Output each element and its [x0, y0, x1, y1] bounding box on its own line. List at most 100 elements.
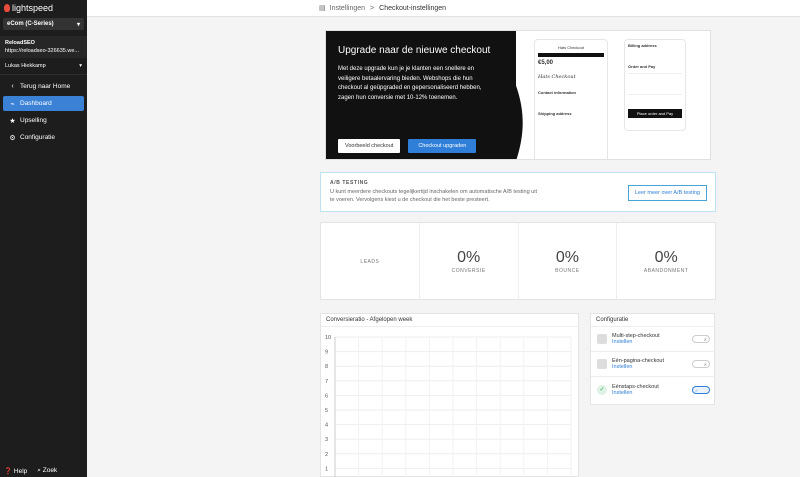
search-button[interactable]: ⌕ Zoek — [37, 467, 57, 475]
logo[interactable]: lightspeed — [0, 0, 87, 16]
phone-order-pay: Order and Pay — [628, 64, 656, 69]
checkout-type-icon — [597, 359, 607, 369]
chart-y-tick-label: 8 — [325, 364, 328, 370]
help-icon: ❓ — [4, 467, 13, 475]
check-circle-icon: ✓ — [597, 384, 607, 395]
banner-buttons: Voorbeeld checkout Checkout upgraden — [338, 139, 477, 153]
breadcrumb-separator: > — [370, 4, 375, 12]
phone-place-order: Place order and Pay — [628, 109, 682, 118]
breadcrumb: ▤ Instellingen > Checkout-instellingen — [87, 0, 800, 17]
stat-label: CONVERSIE — [451, 267, 486, 274]
logo-text: lightspeed — [12, 3, 54, 13]
example-checkout-button[interactable]: Voorbeeld checkout — [338, 139, 401, 153]
sidebar: lightspeed eCom (C-Series) ▾ ReloadSEO h… — [0, 0, 87, 477]
banner-text: Met deze upgrade kun je je klanten een s… — [338, 66, 482, 101]
ab-text: U kunt meerdere checkouts tegelijkertijd… — [330, 189, 537, 203]
config-toggle[interactable]: ✕ — [692, 335, 710, 343]
stat-value: 0% — [457, 248, 481, 266]
stats-panel: LEADS 0% CONVERSIE 0% BOUNCE 0% ABANDONM… — [320, 222, 716, 300]
sidebar-nav: ‹ Terug naar Home ⌁ Dashboard ★ Upsellin… — [0, 79, 87, 145]
upgrade-checkout-button[interactable]: Checkout upgraden — [408, 139, 477, 153]
stat-conversie: 0% CONVERSIE — [420, 223, 519, 299]
config-setup-link[interactable]: Instellen — [612, 390, 659, 396]
phone-contact: Contact information — [538, 90, 576, 95]
config-name: Eénstaps-checkout — [612, 383, 659, 390]
stat-label: BOUNCE — [555, 267, 580, 274]
config-row-multi-step: Multi-step-checkout Instellen ✕ — [591, 327, 714, 352]
phone-payment-methods — [628, 73, 682, 95]
shop-url: https://reloadseo-326635.we... — [5, 48, 79, 54]
sidebar-item-back-home[interactable]: ‹ Terug naar Home — [3, 79, 84, 94]
sidebar-item-label: Terug naar Home — [20, 83, 71, 90]
chart-title: Conversieratio - Afgelopen week — [321, 314, 578, 327]
phone-price: €5,00 — [538, 60, 554, 66]
sidebar-item-dashboard[interactable]: ⌁ Dashboard — [3, 96, 84, 111]
caret-down-icon: ▾ — [79, 63, 82, 69]
sidebar-item-configuratie[interactable]: ⚙ Configuratie — [3, 130, 84, 145]
phone-shipping: Shipping address — [538, 111, 572, 116]
sidebar-footer: ❓ Help ⌕ Zoek — [0, 464, 87, 477]
phone-billing: Billing address — [628, 43, 657, 48]
shop-name: ReloadSEO — [5, 40, 35, 46]
search-icon: ⌕ — [37, 466, 41, 474]
banner-title: Upgrade naar de nieuwe checkout — [338, 45, 491, 56]
phone-bar — [538, 53, 604, 57]
sidebar-item-label: Dashboard — [20, 100, 52, 107]
conversion-chart-card: Conversieratio - Afgelopen week 10 9 8 7 6 5 4… — [320, 313, 579, 477]
chart-y-tick-label: 4 — [325, 423, 328, 429]
chart-y-tick-label: 7 — [325, 379, 328, 385]
shop-block[interactable]: ReloadSEO https://reloadseo-326635.we... — [0, 36, 87, 58]
stat-abandonment: 0% ABANDONMENT — [617, 223, 715, 299]
chart-y-tick-label: 1 — [325, 466, 328, 472]
conversion-chart: 10 9 8 7 6 5 4 3 2 1 — [325, 335, 572, 477]
sidebar-item-upselling[interactable]: ★ Upselling — [3, 113, 84, 128]
chevron-left-icon: ‹ — [11, 83, 14, 90]
help-button[interactable]: ❓ Help — [4, 467, 27, 475]
configuration-card: Configuratie Multi-step-checkout Instell… — [590, 313, 715, 405]
phone-signature: Hats Checkout — [538, 74, 576, 80]
config-toggle[interactable]: ✕ — [692, 360, 710, 368]
phone-header: Hats Checkout — [557, 45, 585, 50]
store-select[interactable]: eCom (C-Series) ▾ — [3, 18, 84, 30]
stat-leads: LEADS — [321, 223, 420, 299]
search-label: Zoek — [42, 466, 58, 474]
breadcrumb-current: Checkout-instellingen — [379, 4, 447, 12]
sidebar-item-label: Configuratie — [20, 134, 56, 141]
stat-label: LEADS — [360, 258, 380, 265]
gear-icon: ⚙ — [9, 134, 16, 142]
user-menu[interactable]: Lukas Hiekkamp ▾ — [0, 58, 87, 75]
chart-y-tick-label: 10 — [325, 335, 331, 341]
chart-y-tick-label: 6 — [325, 393, 328, 399]
chart-y-tick-label: 3 — [325, 437, 328, 443]
stat-value: 0% — [654, 248, 678, 266]
config-setup-link[interactable]: Instellen — [612, 364, 664, 370]
config-setup-link[interactable]: Instellen — [612, 339, 660, 345]
ab-testing-notice: A/B TESTING U kunt meerdere checkouts te… — [320, 172, 716, 212]
chart-y-tick-label: 5 — [325, 408, 328, 414]
config-toggle[interactable]: ✓ — [692, 385, 710, 394]
stat-label: ABANDONMENT — [643, 267, 689, 274]
breadcrumb-parent[interactable]: Instellingen — [330, 5, 365, 12]
store-select-label: eCom (C-Series) — [7, 21, 54, 27]
settings-icon: ▤ — [319, 5, 326, 12]
ab-learn-more-button[interactable]: Leer meer over A/B testing — [627, 185, 707, 201]
chart-icon: ⌁ — [10, 100, 15, 108]
stat-bounce: 0% BOUNCE — [519, 223, 618, 299]
flame-icon — [4, 4, 10, 12]
sidebar-item-label: Upselling — [20, 117, 47, 124]
chart-y-tick-label: 9 — [325, 350, 328, 356]
upgrade-banner: Upgrade naar de nieuwe checkout Met deze… — [325, 30, 711, 160]
checkout-type-icon — [597, 334, 607, 344]
stat-value: 0% — [555, 248, 579, 266]
user-name: Lukas Hiekkamp — [5, 63, 46, 69]
main-content: ▤ Instellingen > Checkout-instellingen U… — [87, 0, 800, 477]
config-row-one-page: Eén-pagina-checkout Instellen ✕ — [591, 352, 714, 377]
config-title: Configuratie — [591, 314, 714, 327]
payment-preview-phone: Billing address Order and Pay Place orde… — [624, 39, 686, 131]
checkout-preview-phone: Hats Checkout €5,00 Hats Checkout Contac… — [534, 39, 608, 159]
help-label: Help — [13, 467, 28, 475]
caret-down-icon: ▾ — [76, 21, 80, 28]
config-row-one-step: ✓ Eénstaps-checkout Instellen ✓ — [591, 377, 714, 402]
chart-y-tick-label: 2 — [325, 452, 328, 458]
star-icon: ★ — [9, 117, 16, 125]
